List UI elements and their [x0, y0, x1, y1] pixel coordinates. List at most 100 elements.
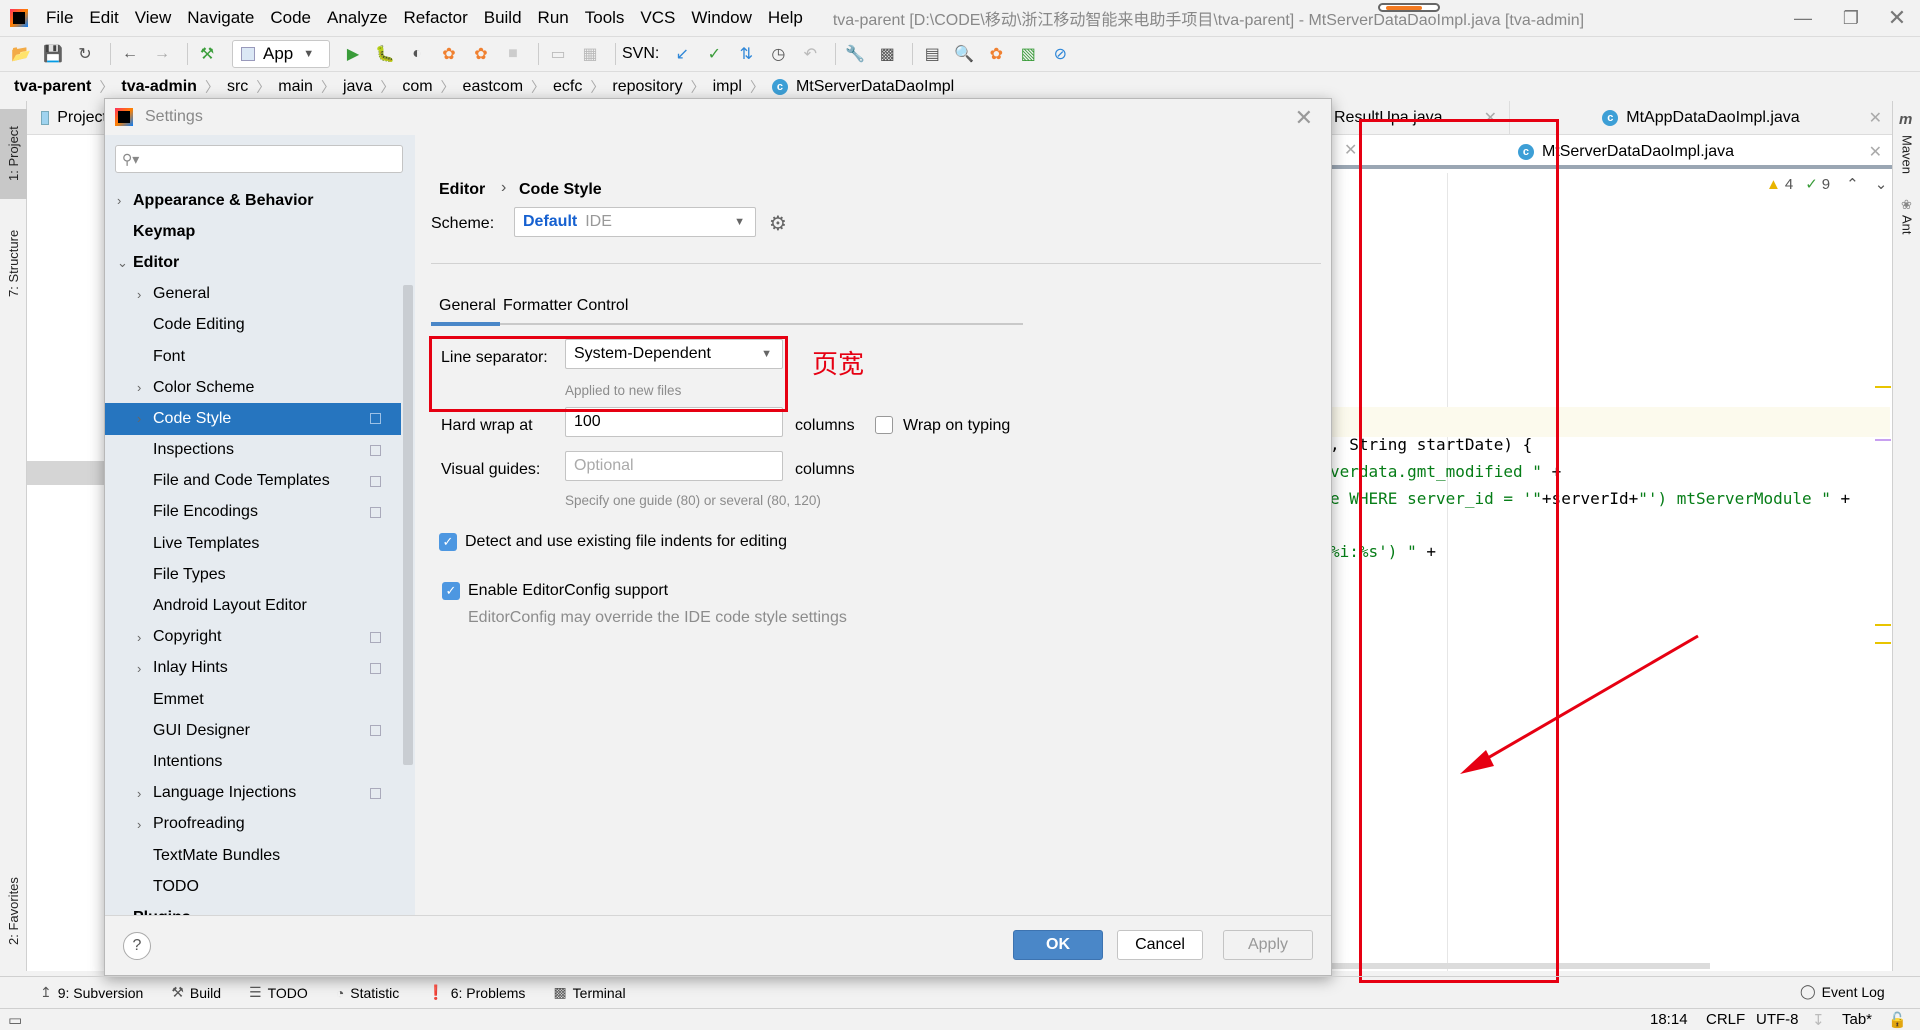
profile-icon[interactable]: ✿ — [436, 41, 462, 67]
detect-indents-label[interactable]: Detect and use existing file indents for… — [465, 533, 787, 551]
plugin-icon[interactable]: ✿ — [983, 41, 1009, 67]
settings-wrench-icon[interactable]: 🔧 — [842, 41, 868, 67]
settings-tree-item[interactable]: Font — [105, 341, 401, 372]
terminal-window-icon[interactable]: ▤ — [919, 41, 945, 67]
menu-code[interactable]: Code — [262, 8, 319, 28]
crumb-ecfc[interactable]: ecfc — [553, 78, 590, 96]
crumb-src[interactable]: src — [227, 78, 256, 96]
tool-tab-favorites[interactable]: 2: Favorites — [0, 861, 27, 961]
sync-icon[interactable]: ↻ — [72, 41, 98, 67]
dialog-title-bar[interactable]: Settings — [105, 99, 1331, 135]
dialog-close-icon[interactable]: ✕ — [1295, 105, 1313, 131]
detect-indents-checkbox[interactable]: ✓ — [439, 533, 457, 551]
lock-icon[interactable]: 🔓 — [1888, 1011, 1907, 1029]
settings-tree-item[interactable]: Inspections — [105, 435, 401, 466]
settings-tree-item[interactable]: Keymap — [105, 216, 401, 247]
settings-tree-item[interactable]: ⌄ Editor — [105, 247, 401, 278]
editorconfig-checkbox[interactable]: ✓ — [442, 582, 460, 600]
block-icon[interactable]: ⊘ — [1047, 41, 1073, 67]
settings-tree-item[interactable]: › Proofreading — [105, 809, 401, 840]
indent-setting[interactable]: Tab* — [1842, 1011, 1872, 1028]
toggle-tool-windows-icon[interactable]: ▭ — [8, 1011, 22, 1029]
scheme-select[interactable]: Default IDE ▼ — [514, 207, 756, 237]
coverage-icon[interactable]: ◐ — [404, 41, 430, 67]
settings-tree-item[interactable]: Code Editing — [105, 310, 401, 341]
menu-run[interactable]: Run — [530, 8, 577, 28]
settings-tree-item[interactable]: › Inlay Hints — [105, 653, 401, 684]
settings-tree-item[interactable]: › Appearance & Behavior — [105, 185, 401, 216]
svn-rollback-icon[interactable]: ↶ — [797, 41, 823, 67]
svn-history-icon[interactable]: ◷ — [765, 41, 791, 67]
save-icon[interactable]: 💾 — [40, 41, 66, 67]
back-icon[interactable]: ← — [117, 41, 143, 67]
menu-vcs[interactable]: VCS — [632, 8, 683, 28]
forward-icon[interactable]: → — [149, 41, 175, 67]
settings-tree-item[interactable]: › Copyright — [105, 622, 401, 653]
close-tab-icon[interactable]: ✕ — [1344, 140, 1357, 160]
sdk-icon[interactable]: ▦ — [577, 41, 603, 67]
monitor-icon[interactable]: ▧ — [1015, 41, 1041, 67]
tool-tab-project[interactable]: 1: Project — [0, 109, 27, 199]
prev-highlight-icon[interactable]: ⌃ — [1846, 175, 1859, 193]
build-hammer-icon[interactable]: ⚒ — [194, 41, 220, 67]
menu-help[interactable]: Help — [760, 8, 811, 28]
svn-commit-icon[interactable]: ✓ — [701, 41, 727, 67]
settings-tree-item[interactable]: File Encodings — [105, 497, 401, 528]
close-tab-icon[interactable]: ✕ — [1869, 108, 1882, 128]
tool-window-statistic[interactable]: ◔ Statistic — [336, 985, 399, 1001]
menu-analyze[interactable]: Analyze — [319, 8, 395, 28]
wrap-on-typing-checkbox[interactable] — [875, 416, 893, 434]
settings-tree-item[interactable]: File Types — [105, 559, 401, 590]
device-icon[interactable]: ▭ — [545, 41, 571, 67]
menu-window[interactable]: Window — [683, 8, 759, 28]
apply-button[interactable]: Apply — [1223, 930, 1313, 960]
crumb-repository[interactable]: repository — [612, 78, 690, 96]
stop-icon[interactable]: ■ — [500, 41, 526, 67]
tab-formatter-control[interactable]: Formatter Control — [503, 297, 628, 315]
settings-search-input[interactable]: ⚲▾ — [115, 145, 403, 173]
settings-tree-item[interactable]: › Code Style — [105, 403, 401, 435]
crumb-tva-admin[interactable]: tva-admin — [121, 78, 205, 96]
tool-window-terminal[interactable]: ▩ Terminal — [553, 984, 625, 1001]
chevron-right-icon[interactable]: › — [117, 193, 121, 208]
settings-tree-item[interactable]: TextMate Bundles — [105, 840, 401, 871]
chevron-right-icon[interactable]: › — [137, 287, 141, 302]
settings-tree-item[interactable]: › Language Injections — [105, 778, 401, 809]
sidebar-scrollbar[interactable] — [401, 285, 415, 915]
chevron-right-icon[interactable]: › — [137, 661, 141, 676]
settings-tree-item[interactable]: TODO — [105, 871, 401, 902]
settings-tree-item[interactable]: Intentions — [105, 746, 401, 777]
chevron-down-icon[interactable]: ⌄ — [117, 255, 128, 271]
settings-tree-item[interactable]: GUI Designer — [105, 715, 401, 746]
settings-tree-item[interactable]: File and Code Templates — [105, 466, 401, 497]
gear-icon[interactable]: ⚙ — [769, 211, 787, 236]
chevron-right-icon[interactable]: › — [137, 380, 141, 395]
menu-navigate[interactable]: Navigate — [179, 8, 262, 28]
caret-position[interactable]: 18:14 — [1650, 1011, 1688, 1028]
tool-window-todo[interactable]: ☰ TODO — [249, 984, 308, 1001]
settings-tree-item[interactable]: › Color Scheme — [105, 372, 401, 403]
visual-guides-input[interactable]: Optional — [565, 451, 783, 481]
crumb-java[interactable]: java — [343, 78, 380, 96]
crumb-com[interactable]: com — [402, 78, 440, 96]
menu-view[interactable]: View — [127, 8, 180, 28]
crumb-class[interactable]: MtServerDataDaoImpl — [796, 78, 962, 96]
tool-window-build[interactable]: ⚒ Build — [171, 984, 221, 1001]
tool-tab-maven[interactable]: Maven — [1893, 135, 1920, 185]
event-log-button[interactable]: ◯ Event Log — [1800, 983, 1885, 1000]
menu-refactor[interactable]: Refactor — [395, 8, 475, 28]
chevron-right-icon[interactable]: › — [137, 817, 141, 832]
minimize-button[interactable]: — — [1780, 0, 1826, 36]
crumb-impl[interactable]: impl — [713, 78, 750, 96]
profile-debug-icon[interactable]: ✿ — [468, 41, 494, 67]
help-button[interactable]: ? — [123, 932, 151, 960]
run-config-select[interactable]: App ▼ — [232, 40, 330, 68]
crumb-eastcom[interactable]: eastcom — [463, 78, 531, 96]
menu-file[interactable]: File — [38, 8, 81, 28]
settings-tree-item[interactable]: Live Templates — [105, 528, 401, 559]
tool-window-subversion[interactable]: ↥ 9: Subversion — [40, 984, 143, 1001]
line-ending[interactable]: CRLF — [1706, 1011, 1745, 1028]
crumb-tva-parent[interactable]: tva-parent — [14, 78, 99, 96]
menu-tools[interactable]: Tools — [577, 8, 633, 28]
crumb-main[interactable]: main — [278, 78, 321, 96]
